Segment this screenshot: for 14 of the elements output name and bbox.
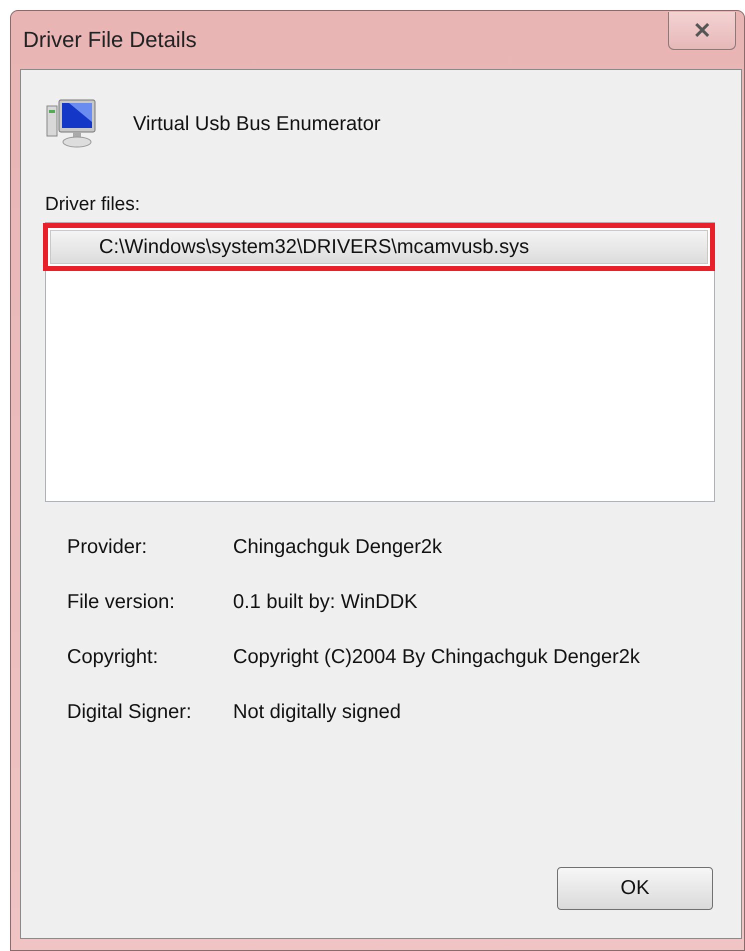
- detail-label: Provider:: [67, 536, 148, 559]
- window-title: Driver File Details: [23, 27, 197, 53]
- detail-value: 0.1 built by: WinDDK: [233, 591, 419, 614]
- ok-button[interactable]: OK: [557, 867, 713, 910]
- close-button[interactable]: ✕: [668, 12, 736, 50]
- detail-value: Not digitally signed: [233, 701, 402, 724]
- detail-value: Copyright (C)2004 By Chingachguk Denger2k: [233, 646, 641, 669]
- driver-files-label: Driver files:: [45, 194, 142, 216]
- detail-label: File version:: [67, 591, 176, 614]
- detail-label: Copyright:: [67, 646, 160, 669]
- detail-value: Chingachguk Denger2k: [233, 536, 444, 559]
- detail-label: Digital Signer:: [67, 701, 193, 724]
- device-name: Virtual Usb Bus Enumerator: [133, 112, 381, 136]
- computer-icon: [45, 98, 97, 150]
